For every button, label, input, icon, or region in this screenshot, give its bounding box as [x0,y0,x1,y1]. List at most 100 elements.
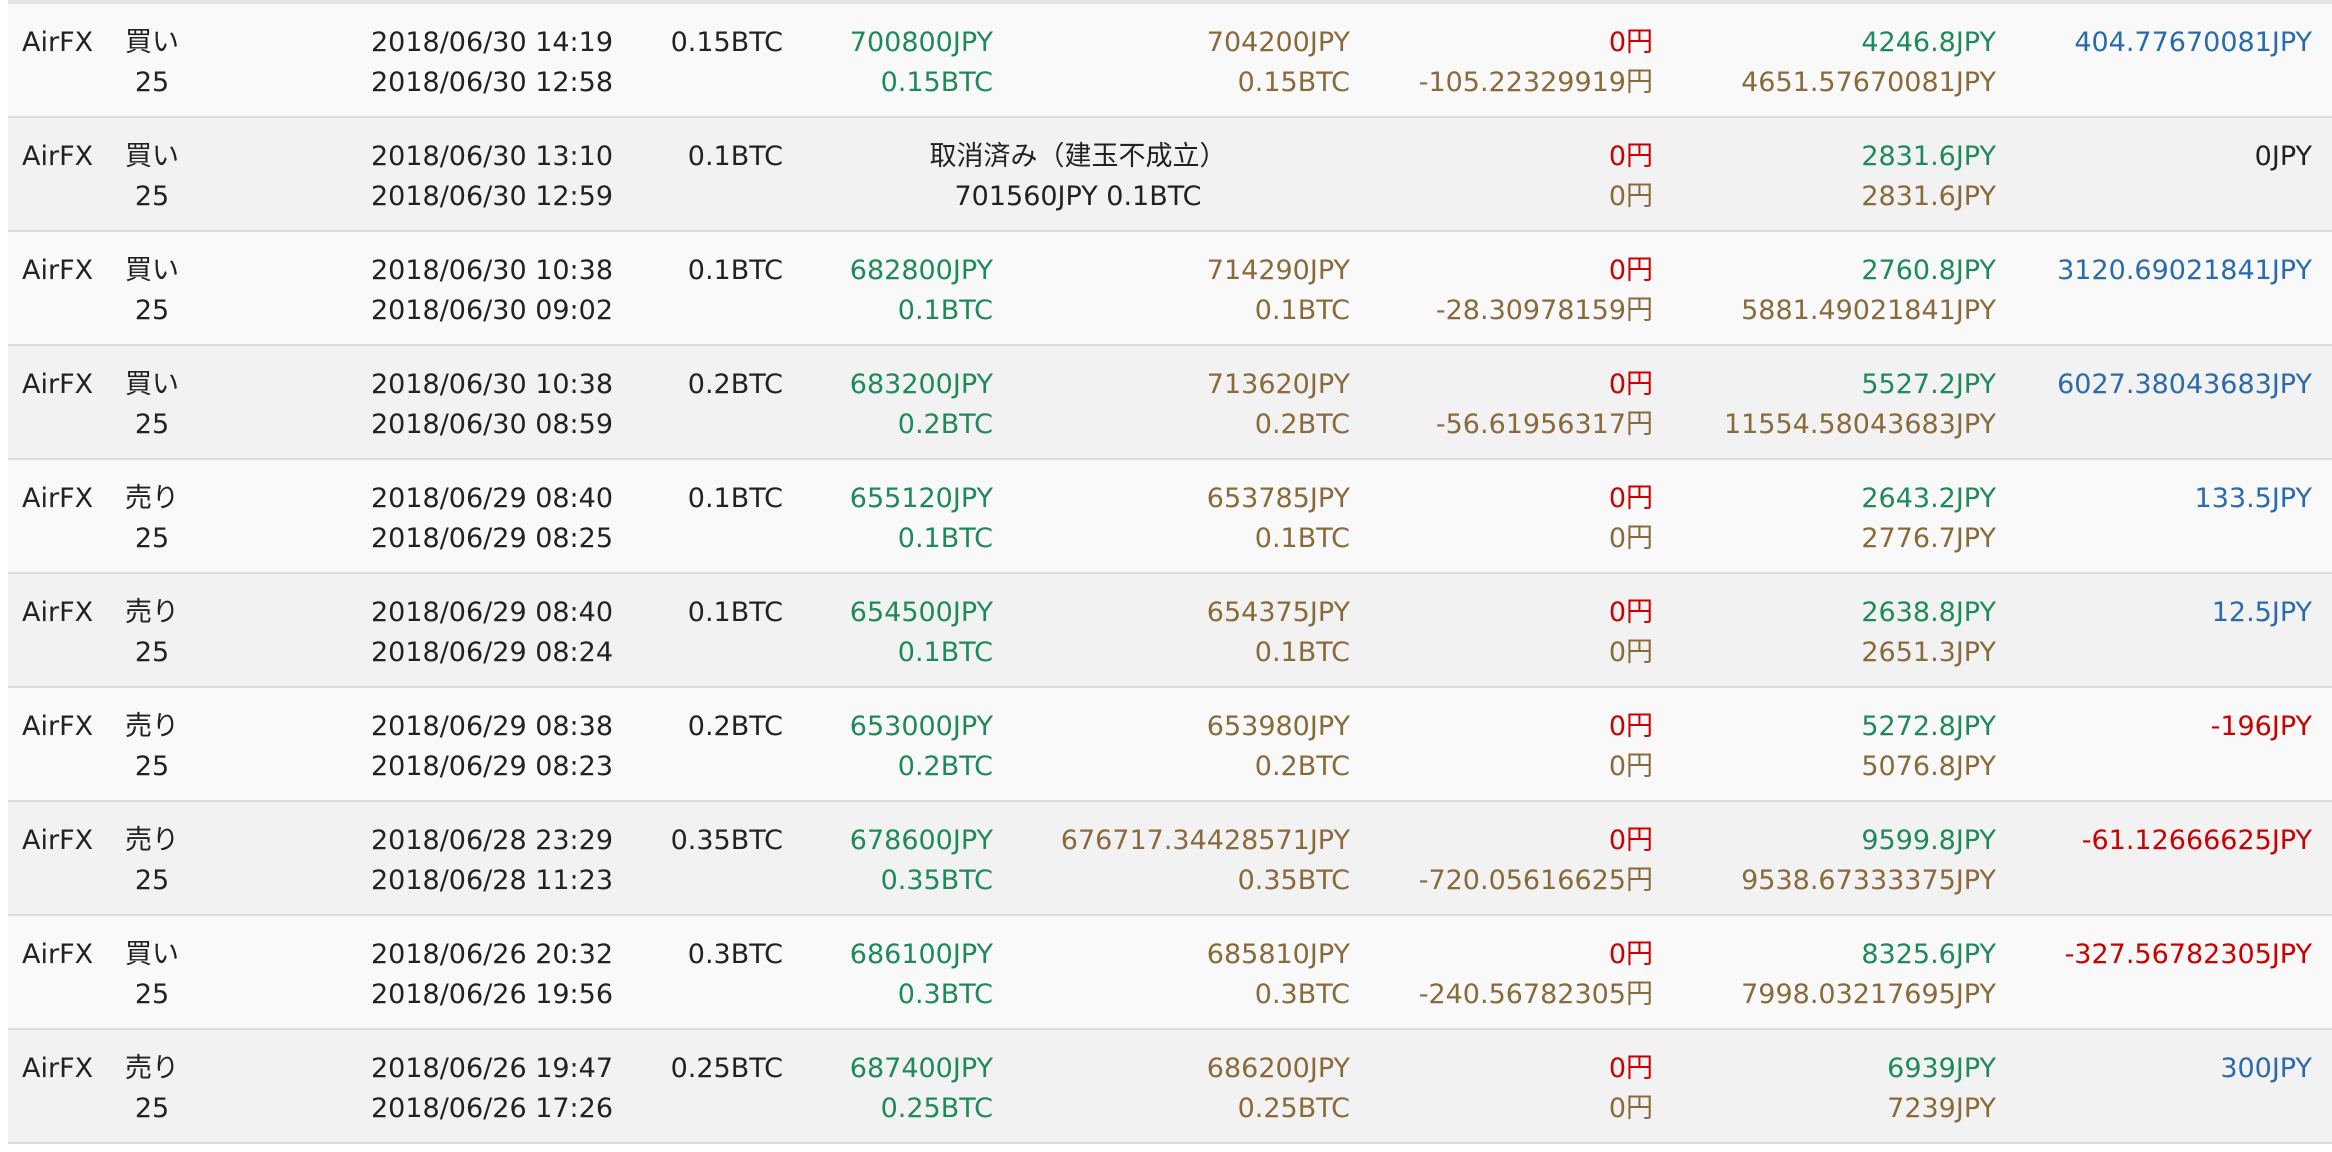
profit: 404.77670081JPY [2074,27,2312,58]
total: 7998.03217695JPY [1741,979,1996,1010]
open-amount: 0.3BTC [897,979,993,1010]
amount: 0.1BTC [687,255,783,286]
margin: 6939JPY [1887,1053,1996,1084]
side: 買い [125,939,179,970]
close-amount: 0.2BTC [1254,409,1350,440]
leverage: 25 [134,295,170,326]
swap: -105.22329919円 [1418,67,1653,98]
open-price: 687400JPY [849,1053,993,1084]
close-price: 704200JPY [1206,27,1350,58]
open-time: 2018/06/30 12:58 [371,67,614,98]
cancel-status: 取消済み（建玉不成立） [929,141,1227,172]
close-amount: 0.35BTC [1237,865,1350,896]
open-price: 653000JPY [849,711,993,742]
amount: 0.2BTC [687,369,783,400]
open-amount: 0.25BTC [880,1093,993,1124]
close-price: 685810JPY [1206,939,1350,970]
profit: 300JPY [2220,1053,2312,1084]
cancel-order: 701560JPY 0.1BTC [954,181,1202,212]
profit: -196JPY [2210,711,2312,742]
swap: -56.61956317円 [1435,409,1653,440]
close-time: 2018/06/30 10:38 [371,255,614,286]
amount: 0.15BTC [670,27,783,58]
leverage: 25 [134,751,170,782]
open-price: 654500JPY [849,597,993,628]
fee: 0円 [1608,597,1653,628]
close-price: 714290JPY [1206,255,1350,286]
open-amount: 0.1BTC [897,295,993,326]
table-row: AirFX 売り 25 2018/06/28 23:29 2018/06/28 11:2… [8,802,2332,916]
close-amount: 0.15BTC [1237,67,1350,98]
table-row: AirFX 売り 25 2018/06/29 08:38 2018/06/29 08:2… [8,688,2332,802]
open-time: 2018/06/29 08:23 [371,751,614,782]
margin: 2831.6JPY [1861,141,1996,172]
open-time: 2018/06/29 08:24 [371,637,614,668]
profit: 12.5JPY [2211,597,2312,628]
open-amount: 0.1BTC [897,637,993,668]
open-time: 2018/06/30 12:59 [371,181,614,212]
amount: 0.35BTC [670,825,783,856]
margin: 9599.8JPY [1861,825,1996,856]
total: 9538.67333375JPY [1741,865,1996,896]
swap: 0円 [1608,523,1653,554]
table-row: AirFX 買い 25 2018/06/30 14:19 2018/06/30 12:5… [8,4,2332,118]
close-price: 653785JPY [1206,483,1350,514]
side: 買い [125,141,179,172]
open-time: 2018/06/26 19:56 [371,979,614,1010]
leverage: 25 [134,979,170,1010]
swap: -240.56782305円 [1418,979,1653,1010]
table-row: AirFX 買い 25 2018/06/26 20:32 2018/06/26 19:5… [8,916,2332,1030]
side: 売り [125,1053,179,1084]
open-amount: 0.1BTC [897,523,993,554]
close-time: 2018/06/26 20:32 [371,939,614,970]
side: 売り [125,711,179,742]
table-row: AirFX 買い 25 2018/06/30 10:38 2018/06/30 08:5… [8,346,2332,460]
swap: 0円 [1608,1093,1653,1124]
open-price: 686100JPY [849,939,993,970]
profit: 133.5JPY [2194,483,2312,514]
close-time: 2018/06/30 13:10 [371,141,614,172]
open-price: 655120JPY [849,483,993,514]
side: 買い [125,369,179,400]
fee: 0円 [1608,939,1653,970]
margin: 2760.8JPY [1861,255,1996,286]
close-time: 2018/06/29 08:40 [371,597,614,628]
fee: 0円 [1608,1053,1653,1084]
close-time: 2018/06/29 08:40 [371,483,614,514]
total: 11554.58043683JPY [1723,409,1996,440]
open-time: 2018/06/28 11:23 [371,865,614,896]
table-row: AirFX 売り 25 2018/06/26 19:47 2018/06/26 17:2… [8,1030,2332,1144]
margin: 8325.6JPY [1861,939,1996,970]
side: 買い [125,27,179,58]
open-price: 683200JPY [849,369,993,400]
amount: 0.1BTC [687,597,783,628]
profit: 6027.38043683JPY [2057,369,2312,400]
amount: 0.25BTC [670,1053,783,1084]
close-amount: 0.2BTC [1254,751,1350,782]
open-amount: 0.2BTC [897,409,993,440]
amount: 0.1BTC [687,141,783,172]
close-time: 2018/06/28 23:29 [371,825,614,856]
open-amount: 0.2BTC [897,751,993,782]
open-amount: 0.15BTC [880,67,993,98]
margin: 4246.8JPY [1861,27,1996,58]
fee: 0円 [1608,255,1653,286]
total: 2831.6JPY [1861,181,1996,212]
close-time: 2018/06/30 10:38 [371,369,614,400]
close-amount: 0.1BTC [1254,523,1350,554]
amount: 0.3BTC [687,939,783,970]
profit: 3120.69021841JPY [2057,255,2312,286]
close-amount: 0.1BTC [1254,637,1350,668]
swap: 0円 [1608,181,1653,212]
close-price: 654375JPY [1206,597,1350,628]
margin: 5527.2JPY [1861,369,1996,400]
close-price: 653980JPY [1206,711,1350,742]
total: 5076.8JPY [1861,751,1996,782]
open-amount: 0.35BTC [880,865,993,896]
open-time: 2018/06/30 09:02 [371,295,614,326]
close-amount: 0.3BTC [1254,979,1350,1010]
fee: 0円 [1608,711,1653,742]
open-price: 682800JPY [849,255,993,286]
total: 5881.49021841JPY [1741,295,1996,326]
fee: 0円 [1608,27,1653,58]
